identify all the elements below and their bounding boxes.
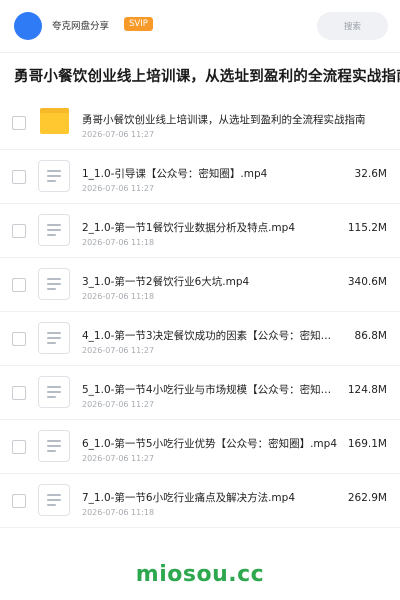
list-item[interactable]: 6_1.0-第一节5小吃行业优势【公众号：密知圈】.mp4 2026-07-06… bbox=[0, 420, 400, 474]
file-name: 6_1.0-第一节5小吃行业优势【公众号：密知圈】.mp4 bbox=[82, 438, 338, 450]
file-icon bbox=[38, 430, 70, 462]
file-date: 2026-07-06 11:18 bbox=[82, 238, 155, 247]
app-header: 夸克网盘分享 SVIP 搜索 bbox=[0, 0, 400, 52]
file-name: 勇哥小餐饮创业线上培训课，从选址到盈利的全流程实战指南 bbox=[82, 114, 366, 126]
file-size: 169.1M bbox=[347, 438, 387, 450]
file-date: 2026-07-06 11:27 bbox=[82, 346, 155, 355]
file-icon bbox=[38, 322, 70, 354]
file-date: 2026-07-06 11:18 bbox=[82, 508, 155, 517]
list-item[interactable]: 5_1.0-第一节4小吃行业与市场规模【公众号：密知圈】.mp4 2026-07… bbox=[0, 366, 400, 420]
file-icon bbox=[38, 484, 70, 516]
list-item[interactable]: 勇哥小餐饮创业线上培训课，从选址到盈利的全流程实战指南 2026-07-06 1… bbox=[0, 96, 400, 150]
file-icon bbox=[38, 214, 70, 246]
folder-icon bbox=[40, 108, 69, 134]
file-name: 3_1.0-第一节2餐饮行业6大坑.mp4 bbox=[82, 276, 250, 288]
file-size: 115.2M bbox=[347, 222, 387, 234]
list-item[interactable]: 7_1.0-第一节6小吃行业痛点及解决方法.mp4 2026-07-06 11:… bbox=[0, 474, 400, 528]
checkbox[interactable] bbox=[12, 386, 26, 400]
svip-badge: SVIP bbox=[124, 17, 153, 31]
file-date: 2026-07-06 11:18 bbox=[82, 292, 155, 301]
list-item[interactable]: 3_1.0-第一节2餐饮行业6大坑.mp4 2026-07-06 11:18 3… bbox=[0, 258, 400, 312]
checkbox[interactable] bbox=[12, 224, 26, 238]
page-title: 勇哥小餐饮创业线上培训课，从选址到盈利的全流程实战指南 bbox=[14, 69, 400, 85]
file-date: 2026-07-06 11:27 bbox=[82, 400, 155, 409]
file-list: 勇哥小餐饮创业线上培训课，从选址到盈利的全流程实战指南 2026-07-06 1… bbox=[0, 96, 400, 528]
file-icon bbox=[38, 376, 70, 408]
file-size: 340.6M bbox=[347, 276, 387, 288]
file-name: 2_1.0-第一节1餐饮行业数据分析及特点.mp4 bbox=[82, 222, 296, 234]
checkbox[interactable] bbox=[12, 116, 26, 130]
app-name: 夸克网盘分享 bbox=[52, 21, 110, 32]
file-icon bbox=[38, 268, 70, 300]
file-date: 2026-07-06 11:27 bbox=[82, 454, 155, 463]
footer: miosou.cc bbox=[0, 549, 400, 600]
file-icon bbox=[38, 160, 70, 192]
title-bar: 勇哥小餐饮创业线上培训课，从选址到盈利的全流程实战指南 bbox=[0, 53, 400, 97]
list-item[interactable]: 4_1.0-第一节3决定餐饮成功的因素【公众号：密知圈】.mp4 2026-07… bbox=[0, 312, 400, 366]
watermark: miosou.cc bbox=[135, 562, 265, 587]
file-size: 86.8M bbox=[354, 330, 387, 342]
file-name: 5_1.0-第一节4小吃行业与市场规模【公众号：密知圈】.mp4 bbox=[82, 384, 338, 396]
file-date: 2026-07-06 11:27 bbox=[82, 130, 155, 139]
list-item[interactable]: 2_1.0-第一节1餐饮行业数据分析及特点.mp4 2026-07-06 11:… bbox=[0, 204, 400, 258]
file-date: 2026-07-06 11:27 bbox=[82, 184, 155, 193]
checkbox[interactable] bbox=[12, 170, 26, 184]
search-input[interactable]: 搜索 bbox=[317, 12, 388, 40]
checkbox[interactable] bbox=[12, 440, 26, 454]
file-size: 124.8M bbox=[347, 384, 387, 396]
list-item[interactable]: 1_1.0-引导课【公众号：密知圈】.mp4 2026-07-06 11:27 … bbox=[0, 150, 400, 204]
checkbox[interactable] bbox=[12, 332, 26, 346]
search-placeholder: 搜索 bbox=[343, 22, 361, 32]
file-size: 262.9M bbox=[347, 492, 387, 504]
file-name: 7_1.0-第一节6小吃行业痛点及解决方法.mp4 bbox=[82, 492, 296, 504]
file-name: 4_1.0-第一节3决定餐饮成功的因素【公众号：密知圈】.mp4 bbox=[82, 330, 338, 342]
checkbox[interactable] bbox=[12, 494, 26, 508]
avatar[interactable] bbox=[14, 12, 42, 40]
file-name: 1_1.0-引导课【公众号：密知圈】.mp4 bbox=[82, 168, 268, 180]
file-size: 32.6M bbox=[354, 168, 387, 180]
checkbox[interactable] bbox=[12, 278, 26, 292]
